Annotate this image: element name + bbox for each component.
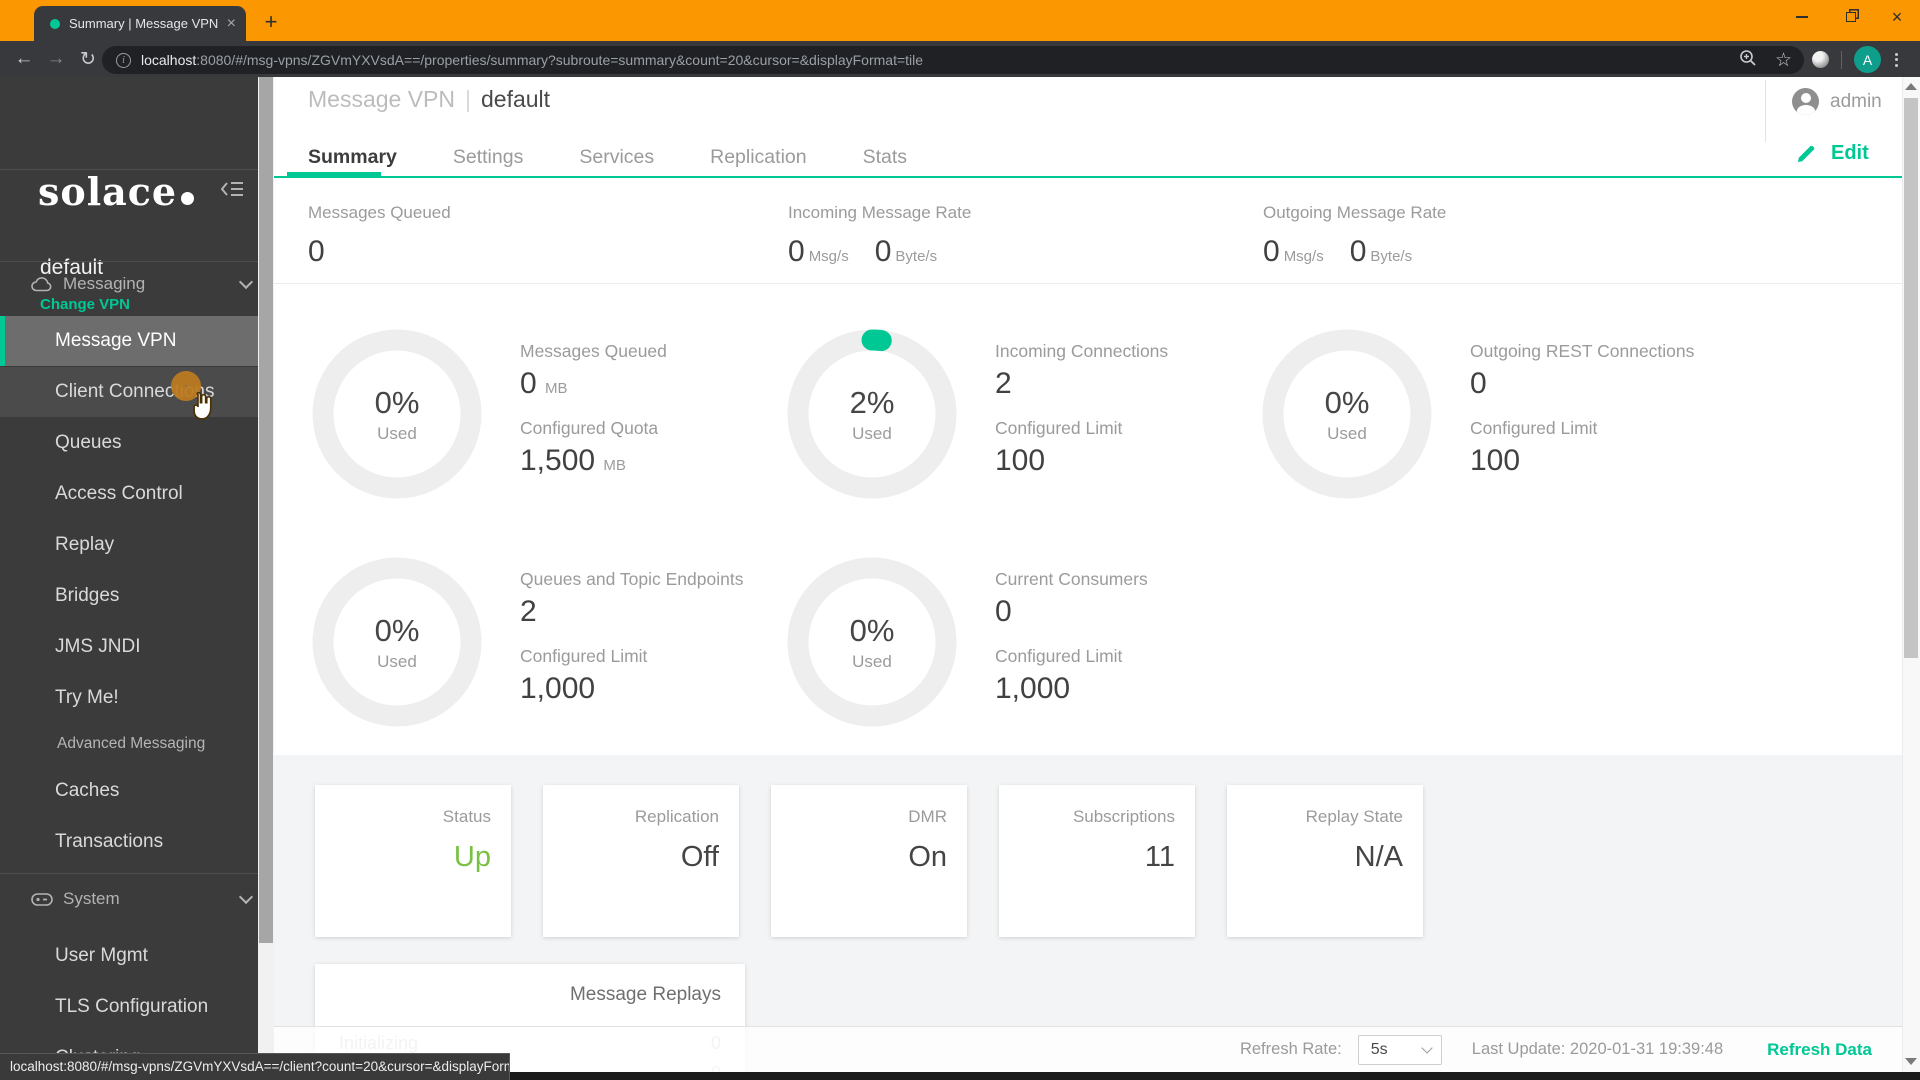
pencil-icon (1798, 145, 1815, 162)
sidebar-item-bridges[interactable]: Bridges (0, 571, 258, 621)
sidebar-section-messaging[interactable]: Messaging (31, 272, 254, 296)
tab-close-icon[interactable]: × (227, 15, 236, 32)
card-replication: Replication Off (543, 785, 739, 937)
sidebar-item-try-me[interactable]: Try Me! (0, 673, 258, 723)
gauge-current-consumers: 0% Used Current Consumers 0 Configured Li… (787, 557, 1257, 733)
sidebar-item-user-mgmt[interactable]: User Mgmt (0, 931, 258, 981)
refresh-rate-label: Refresh Rate: (1239, 1040, 1342, 1058)
gauge-outgoing-rest-connections: 0% Used Outgoing REST Connections 0 Confi… (1262, 329, 1732, 505)
sidebar-divider (0, 261, 258, 262)
sidebar-collapse-button[interactable] (220, 180, 244, 203)
scroll-up-arrow[interactable] (1905, 83, 1917, 90)
extension-icon[interactable] (1812, 51, 1829, 68)
card-replay-state: Replay State N/A (1227, 785, 1423, 937)
card-dmr: DMR On (771, 785, 967, 937)
cursor-hand-icon (186, 390, 216, 429)
card-subscriptions: Subscriptions 11 (999, 785, 1195, 937)
toolbar-right: A (1812, 46, 1898, 73)
cloud-icon (31, 276, 52, 291)
refresh-rate-select[interactable]: 5s (1357, 1034, 1442, 1065)
minimize-icon (1796, 16, 1808, 18)
tabs-bottom-line (274, 176, 1902, 178)
logo-dot (181, 192, 195, 205)
sidebar-section-system[interactable]: System (31, 887, 254, 911)
chevron-down-icon (1421, 1041, 1433, 1054)
sidebar-item-advanced-messaging[interactable]: Advanced Messaging (0, 726, 258, 762)
header-divider (1765, 80, 1766, 142)
sidebar-item-client-connections[interactable]: Client Connections (0, 367, 258, 417)
new-tab-button[interactable]: + (258, 10, 284, 36)
chrome-menu-icon[interactable] (1895, 50, 1898, 69)
browser-titlebar: Summary | Message VPN × + × (0, 0, 1920, 41)
favicon-dot-icon (50, 18, 60, 29)
window-close-button[interactable]: × (1874, 0, 1920, 34)
breadcrumb-parent: Message VPN (308, 86, 456, 112)
card-status: Status Up (315, 785, 511, 937)
donut-chart: 0% Used (787, 557, 957, 727)
chevron-down-icon (238, 889, 254, 905)
sidebar-item-tls-configuration[interactable]: TLS Configuration (0, 982, 258, 1032)
sidebar-item-replay[interactable]: Replay (0, 520, 258, 570)
last-update-text: Last Update: 2020-01-31 19:39:48 (1471, 1040, 1724, 1058)
window-minimize-button[interactable] (1779, 0, 1825, 34)
stat-incoming-rate: Incoming Message Rate 0 Msg/s 0 Byte/s (788, 203, 972, 268)
sidebar: solace default Change VPN Messaging Mess… (0, 77, 258, 1080)
forward-icon[interactable]: → (40, 48, 72, 70)
gauge-messages-queued: 0% Used Messages Queued 0 MB Configured Q… (312, 329, 782, 505)
sidebar-item-message-vpn[interactable]: Message VPN (0, 316, 258, 366)
chevron-down-icon (238, 274, 254, 290)
donut-chart: 0% Used (1262, 329, 1432, 499)
toolbar-separator (1841, 50, 1842, 69)
tab-title: Summary | Message VPN (69, 16, 219, 31)
gauge-incoming-connections: 2% Used Incoming Connections 2 Configured… (787, 329, 1257, 505)
zoom-page-icon[interactable] (1739, 49, 1757, 72)
donut-chart: 0% Used (312, 329, 482, 499)
edit-button[interactable]: Edit (1795, 142, 1869, 165)
window-restore-button[interactable] (1828, 0, 1874, 34)
system-icon (31, 892, 53, 906)
address-bar[interactable]: i localhost:8080/#/msg-vpns/ZGVmYXVsdA==… (102, 46, 1804, 74)
user-name: admin (1830, 90, 1882, 112)
sidebar-item-jms-jndi[interactable]: JMS JNDI (0, 622, 258, 672)
footer-bar: Refresh Rate: 5s Last Update: 2020-01-31… (274, 1026, 1902, 1072)
stat-messages-queued: Messages Queued 0 (308, 203, 451, 268)
sidebar-divider (0, 169, 258, 170)
sidebar-item-caches[interactable]: Caches (0, 766, 258, 816)
main-scrollbar-thumb[interactable] (1904, 98, 1918, 658)
stat-outgoing-rate: Outgoing Message Rate 0 Msg/s 0 Byte/s (1263, 203, 1447, 268)
browser-tab[interactable]: Summary | Message VPN × (34, 6, 246, 41)
sidebar-divider (0, 873, 258, 874)
back-icon[interactable]: ← (8, 48, 40, 70)
sidebar-item-queues[interactable]: Queues (0, 418, 258, 468)
restore-icon (1846, 12, 1856, 22)
sidebar-item-transactions[interactable]: Transactions (0, 817, 258, 867)
refresh-data-link[interactable]: Refresh Data (1767, 1040, 1872, 1060)
sidebar-scrollbar-thumb[interactable] (259, 77, 273, 943)
scroll-down-arrow[interactable] (1905, 1058, 1917, 1065)
user-avatar-icon (1792, 88, 1819, 115)
sidebar-item-access-control[interactable]: Access Control (0, 469, 258, 519)
solace-logo: solace (38, 169, 195, 214)
donut-chart: 2% Used (787, 329, 957, 499)
site-info-icon[interactable]: i (116, 52, 131, 68)
profile-avatar[interactable]: A (1854, 46, 1881, 73)
gauge-queues-topic-endpoints: 0% Used Queues and Topic Endpoints 2 Conf… (312, 557, 782, 733)
status-badge: Up (453, 841, 491, 873)
section-divider (274, 283, 1902, 284)
url-text[interactable]: localhost:8080/#/msg-vpns/ZGVmYXVsdA==/p… (141, 52, 1721, 68)
page-title: default (481, 86, 551, 112)
user-menu[interactable]: admin (1792, 88, 1882, 115)
breadcrumb: Message VPN | default (308, 86, 551, 112)
change-vpn-link[interactable]: Change VPN (40, 296, 130, 313)
screen: Summary | Message VPN × + × ← → ↻ i loca… (0, 0, 1920, 1080)
donut-chart: 0% Used (312, 557, 482, 727)
link-preview-statusbar: localhost:8080/#/msg-vpns/ZGVmYXVsdA==/c… (0, 1053, 510, 1080)
bookmark-star-icon[interactable]: ☆ (1775, 49, 1792, 72)
reload-icon[interactable]: ↻ (72, 48, 104, 71)
